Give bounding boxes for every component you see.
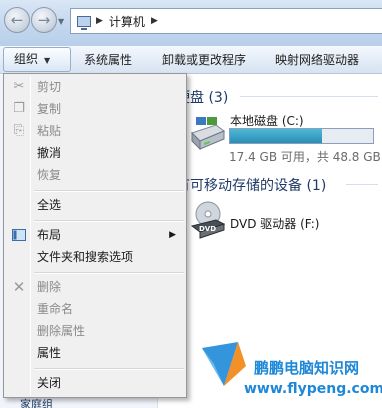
back-arrow-icon: ← xyxy=(10,10,24,29)
scissors-icon: ✂ xyxy=(13,79,25,94)
breadcrumb-computer[interactable]: 计算机 xyxy=(109,13,145,30)
system-properties-button[interactable]: 系统属性 xyxy=(80,46,136,74)
breadcrumb-chevron-icon[interactable]: ▶ xyxy=(151,16,158,26)
clipboard-icon: ⎘ xyxy=(13,123,25,138)
watermark-url: www.flypeng.com xyxy=(244,381,382,397)
menu-item-folder-options[interactable]: 文件夹和搜索选项 xyxy=(6,246,184,268)
menu-item-label: 复制 xyxy=(37,102,62,116)
dvd-drive-name[interactable]: DVD 驱动器 (F:) xyxy=(230,215,320,232)
section-divider xyxy=(240,96,378,97)
address-box[interactable]: ▶ 计算机 ▶ xyxy=(70,8,382,34)
menu-item-redo[interactable]: 恢复 xyxy=(6,164,184,186)
menu-separator xyxy=(34,220,184,222)
menu-item-layout[interactable]: 布局 ▶ xyxy=(6,224,184,246)
menu-item-label: 重命名 xyxy=(37,302,74,316)
copy-icon: ❐ xyxy=(13,101,25,116)
computer-icon xyxy=(77,15,91,30)
local-disk-name[interactable]: 本地磁盘 (C:) xyxy=(230,112,304,129)
menu-item-label: 粘贴 xyxy=(37,124,62,138)
disk-usage-fill xyxy=(230,129,322,143)
menu-item-properties[interactable]: 属性 xyxy=(6,342,184,364)
menu-item-label: 恢复 xyxy=(37,168,62,182)
menu-item-rename[interactable]: 重命名 xyxy=(6,298,184,320)
back-button[interactable]: ← xyxy=(4,7,30,33)
local-disk-free: 17.4 GB 可用，共 48.8 GB xyxy=(229,150,381,164)
menu-item-remove-properties[interactable]: 删除属性 xyxy=(6,320,184,342)
command-bar: 组织 ▼ 系统属性 卸载或更改程序 映射网络驱动器 xyxy=(0,46,382,74)
history-dropdown-icon[interactable]: ▼ xyxy=(58,17,66,26)
menu-item-undo[interactable]: 撤消 xyxy=(6,142,184,164)
menu-item-label: 关闭 xyxy=(37,376,62,390)
layout-icon xyxy=(11,227,27,243)
menu-item-label: 撤消 xyxy=(37,146,62,160)
menu-item-label: 删除属性 xyxy=(37,324,86,338)
menu-item-label: 布局 xyxy=(37,228,62,242)
map-drive-button[interactable]: 映射网络驱动器 xyxy=(271,46,363,74)
address-bar: ← → ▼ ▶ 计算机 ▶ xyxy=(0,0,382,46)
uninstall-button[interactable]: 卸载或更改程序 xyxy=(158,46,250,74)
chevron-down-icon: ▼ xyxy=(44,56,51,65)
menu-item-label: 删除 xyxy=(37,280,62,294)
organize-button[interactable]: 组织 ▼ xyxy=(3,47,71,72)
menu-item-label: 全选 xyxy=(37,198,62,212)
menu-separator xyxy=(34,190,184,192)
forward-arrow-icon: → xyxy=(37,10,51,29)
organize-menu: ✂ 剪切 ❐ 复制 ⎘ 粘贴 撤消 恢复 全选 布局 ▶ 文件夹和搜索选项 ✕ … xyxy=(3,73,187,398)
watermark-brand: 鹏鹏电脑知识网 xyxy=(254,359,360,377)
menu-separator xyxy=(34,272,184,274)
breadcrumb-separator-icon[interactable]: ▶ xyxy=(96,16,103,26)
menu-separator xyxy=(34,368,184,370)
removable-section-title[interactable]: 有可移动存储的设备 (1) xyxy=(176,175,326,195)
menu-item-select-all[interactable]: 全选 xyxy=(6,194,184,216)
menu-item-label: 属性 xyxy=(37,346,62,360)
menu-item-cut[interactable]: ✂ 剪切 xyxy=(6,76,184,98)
menu-item-label: 剪切 xyxy=(37,80,62,94)
menu-item-paste[interactable]: ⎘ 粘贴 xyxy=(6,120,184,142)
menu-item-copy[interactable]: ❐ 复制 xyxy=(6,98,184,120)
section-divider xyxy=(346,184,378,185)
dvd-drive-icon[interactable]: DVD xyxy=(190,200,226,240)
organize-label: 组织 xyxy=(14,52,39,66)
svg-text:DVD: DVD xyxy=(199,225,216,233)
delete-x-icon: ✕ xyxy=(12,278,26,296)
disk-usage-bar xyxy=(229,128,374,144)
menu-item-delete[interactable]: ✕ 删除 xyxy=(6,276,184,298)
menu-item-label: 文件夹和搜索选项 xyxy=(37,250,134,264)
submenu-arrow-icon: ▶ xyxy=(169,230,176,240)
forward-button[interactable]: → xyxy=(31,7,57,33)
hard-drive-icon[interactable] xyxy=(190,115,226,155)
flypeng-logo xyxy=(202,342,246,386)
menu-item-close[interactable]: 关闭 xyxy=(6,372,184,394)
